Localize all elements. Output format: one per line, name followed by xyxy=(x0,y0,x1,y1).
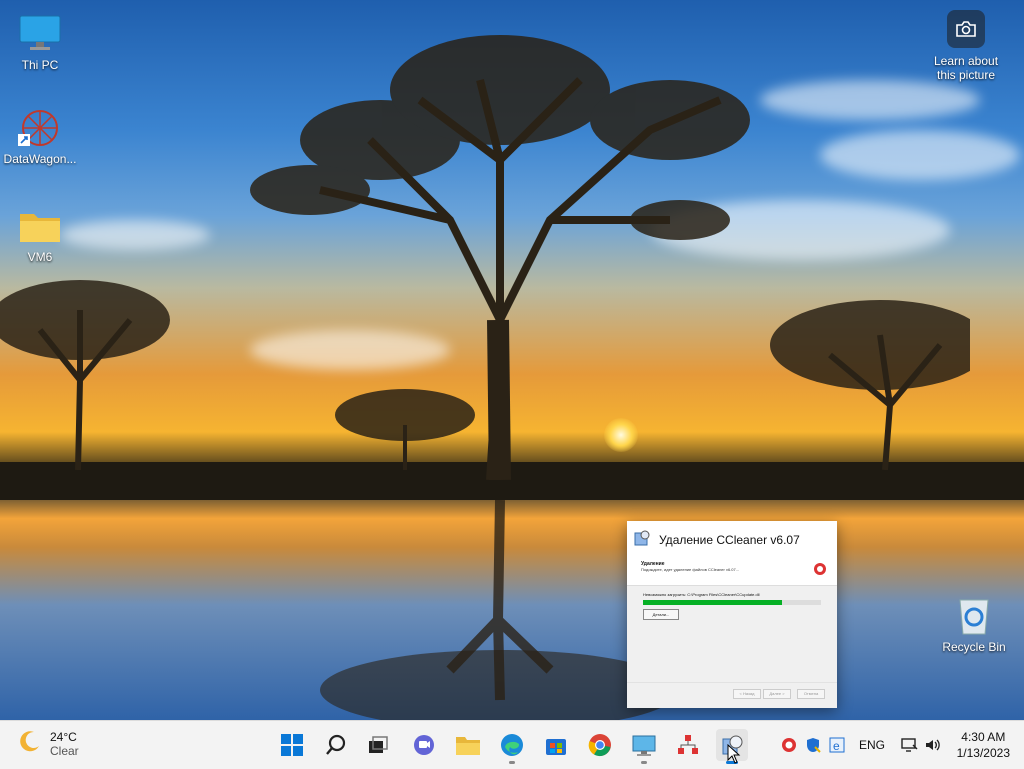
moon-icon xyxy=(18,729,42,758)
network-icon[interactable] xyxy=(896,729,922,761)
status-text: Невозможно загрузить: C:\Program Files\C… xyxy=(643,592,760,597)
desktop-icon-datawagon[interactable]: DataWagon... xyxy=(0,108,80,166)
mouse-cursor-icon xyxy=(727,744,741,764)
cloud xyxy=(820,130,1020,180)
taskbar: 24°C Clear e ENG 4:30 AM 1/13/2023 xyxy=(0,720,1024,769)
camera-icon xyxy=(947,10,985,48)
running-indicator xyxy=(509,761,515,764)
weather-condition: Clear xyxy=(50,743,79,758)
dialog-footer: < Назад Далее > Отмена xyxy=(627,682,837,707)
dialog-title: Удаление CCleaner v6.07 xyxy=(659,533,800,547)
tree-silhouette xyxy=(770,300,970,470)
section-description: Подождите, идет удаление файлов CCleaner… xyxy=(641,567,740,572)
system-clock[interactable]: 4:30 AM 1/13/2023 xyxy=(957,729,1010,761)
cloud xyxy=(760,80,980,120)
weather-temp: 24°C xyxy=(50,729,77,744)
remote-desktop-icon[interactable] xyxy=(628,729,660,764)
next-button[interactable]: Далее > xyxy=(763,689,791,699)
tree-silhouette xyxy=(335,389,475,470)
language-indicator[interactable]: ENG xyxy=(859,738,885,752)
recycle-bin-icon xyxy=(952,596,996,636)
desktop-icon-vm6[interactable]: VM6 xyxy=(0,206,80,264)
cloud xyxy=(60,220,210,250)
desktop-icon-label: Recycle Bin xyxy=(942,640,1006,654)
tree-silhouette xyxy=(0,280,170,470)
svg-text:e: e xyxy=(833,739,840,753)
tree-silhouette xyxy=(250,35,750,480)
learn-about-picture[interactable]: Learn about this picture xyxy=(926,10,1006,82)
ccleaner-tray-icon[interactable] xyxy=(776,729,802,761)
desktop-icon-label: Thi PC xyxy=(21,58,59,72)
weather-widget[interactable]: 24°C Clear xyxy=(18,729,79,758)
desktop-icon-recycle-bin[interactable]: Recycle Bin xyxy=(934,596,1014,654)
desktop-wallpaper: Thi PC DataWagon... VM6 Recycle Bin Lear… xyxy=(0,0,1024,720)
teams-chat-icon[interactable] xyxy=(408,729,440,761)
task-view-icon[interactable] xyxy=(362,729,394,761)
edge-browser-icon[interactable] xyxy=(496,729,528,764)
network-tool-icon[interactable] xyxy=(672,729,704,761)
chrome-icon[interactable] xyxy=(584,729,616,761)
clock-date: 1/13/2023 xyxy=(956,746,1010,760)
details-button[interactable]: Детали... xyxy=(643,609,679,620)
folder-icon xyxy=(18,206,62,246)
monitor-icon xyxy=(18,14,62,54)
running-indicator xyxy=(641,761,647,764)
learn-about-line1: Learn about xyxy=(933,54,999,68)
dialog-section: Удаление Подождите, идет удаление файлов… xyxy=(627,559,837,586)
windows-start-icon[interactable] xyxy=(276,729,308,761)
back-button[interactable]: < Назад xyxy=(733,689,761,699)
security-shield-icon[interactable] xyxy=(800,729,826,761)
ccleaner-logo-icon xyxy=(813,562,827,581)
installer-icon xyxy=(633,529,651,552)
cancel-button[interactable]: Отмена xyxy=(797,689,825,699)
clock-time: 4:30 AM xyxy=(961,730,1006,744)
microsoft-store-icon[interactable] xyxy=(540,729,572,761)
learn-about-line2: this picture xyxy=(936,68,996,82)
progress-fill xyxy=(643,600,782,605)
desktop-icon-label: DataWagon... xyxy=(3,152,77,166)
volume-icon[interactable] xyxy=(920,729,946,761)
internet-explorer-icon[interactable]: e xyxy=(824,729,850,761)
desktop-icon-label: VM6 xyxy=(27,250,53,264)
datawagon-app-icon xyxy=(18,108,62,148)
desktop-icon-this-pc[interactable]: Thi PC xyxy=(0,14,80,72)
dialog-header: Удаление CCleaner v6.07 xyxy=(627,521,837,559)
uninstall-progress-bar xyxy=(643,600,821,605)
search-icon[interactable] xyxy=(320,729,352,761)
file-explorer-icon[interactable] xyxy=(452,729,484,761)
ccleaner-uninstall-dialog: Удаление CCleaner v6.07 Удаление Подожди… xyxy=(627,521,837,708)
